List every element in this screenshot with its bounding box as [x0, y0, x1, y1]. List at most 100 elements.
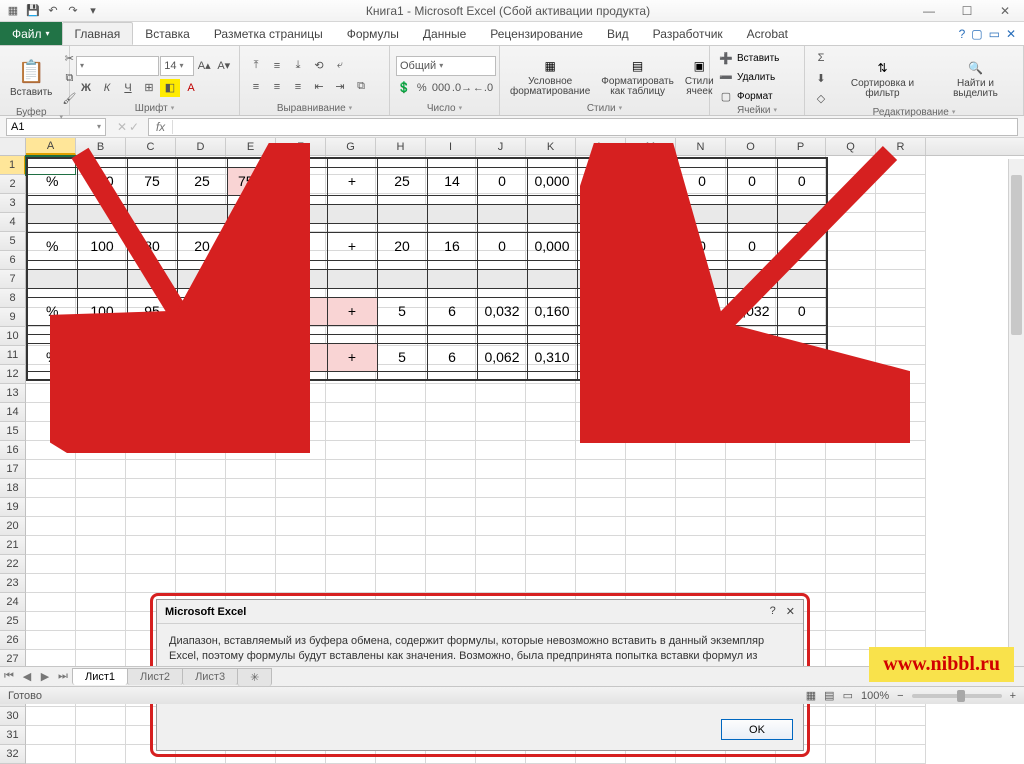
align-top-icon[interactable]: ⤒ [246, 57, 266, 75]
restore-icon[interactable]: ▭ [989, 27, 1000, 41]
sheet-tab-3[interactable]: Лист3 [182, 668, 238, 685]
help-icon[interactable]: ? [959, 27, 966, 41]
group-cells-label: Ячейки [716, 105, 798, 116]
tab-data[interactable]: Данные [411, 22, 478, 45]
status-bar: Готово ▦ ▤ ▭ 100% − + [0, 686, 1024, 704]
ribbon: 📋 Вставить ✂ ⧉ 🖌 Буфер обмена 14 A▴ A▾ Ж… [0, 46, 1024, 116]
fx-icon[interactable]: fx [149, 120, 173, 134]
vertical-scrollbar[interactable] [1008, 159, 1024, 666]
fill-icon[interactable]: ⬇ [811, 69, 831, 87]
zoom-in-icon[interactable]: + [1010, 690, 1016, 702]
merge-icon[interactable]: ⧉ [351, 78, 371, 96]
tab-formulas[interactable]: Формулы [335, 22, 411, 45]
indent-inc-icon[interactable]: ⇥ [330, 78, 350, 96]
min-ribbon-icon[interactable]: ▢ [971, 27, 982, 41]
border-icon[interactable]: ⊞ [139, 79, 159, 97]
ribbon-tabs: Файл Главная Вставка Разметка страницы Ф… [0, 22, 1024, 46]
cond-format-icon: ▦ [536, 55, 564, 77]
dialog-title: Microsoft Excel [165, 606, 246, 618]
window-title: Книга1 - Microsoft Excel (Сбой активации… [106, 4, 910, 18]
wrap-text-icon[interactable]: ⤶ [330, 57, 350, 75]
tab-insert[interactable]: Вставка [133, 22, 202, 45]
name-box[interactable]: A1 [6, 118, 106, 136]
shrink-font-icon[interactable]: A▾ [214, 57, 233, 75]
watermark: www.nibbl.ru [869, 647, 1014, 682]
view-layout-icon[interactable]: ▤ [824, 689, 834, 702]
currency-icon[interactable]: 💲 [396, 79, 413, 97]
dialog-close-icon[interactable]: ✕ [786, 605, 795, 618]
zoom-out-icon[interactable]: − [897, 690, 903, 702]
tab-page-layout[interactable]: Разметка страницы [202, 22, 335, 45]
view-break-icon[interactable]: ▭ [843, 689, 853, 702]
grow-font-icon[interactable]: A▴ [195, 57, 214, 75]
close-doc-icon[interactable]: ✕ [1006, 27, 1016, 41]
fill-color-icon[interactable]: ◧ [160, 79, 180, 97]
align-right-icon[interactable]: ≡ [288, 78, 308, 96]
maximize-button[interactable]: ☐ [948, 0, 986, 22]
formula-bar[interactable]: fx [148, 118, 1018, 136]
status-text: Готово [8, 690, 42, 702]
comma-icon[interactable]: 000 [431, 79, 451, 97]
column-headers[interactable]: ABCDEFGHIJKLMNOPQR [0, 138, 1024, 156]
font-color-icon[interactable]: A [181, 79, 201, 97]
align-center-icon[interactable]: ≡ [267, 78, 287, 96]
align-bottom-icon[interactable]: ⤓ [288, 57, 308, 75]
indent-dec-icon[interactable]: ⇤ [309, 78, 329, 96]
tab-nav-first[interactable]: ⏮ [0, 670, 18, 683]
minimize-button[interactable]: — [910, 0, 948, 22]
dialog-help-icon[interactable]: ? [770, 605, 776, 618]
find-select-button[interactable]: 🔍Найти и выделить [934, 55, 1017, 102]
inc-decimal-icon[interactable]: .0→ [452, 79, 472, 97]
save-icon[interactable]: 💾 [24, 2, 42, 20]
tab-developer[interactable]: Разработчик [641, 22, 735, 45]
tab-view[interactable]: Вид [595, 22, 641, 45]
sheet-tab-2[interactable]: Лист2 [127, 668, 183, 685]
insert-cells-icon[interactable]: ➕ [716, 49, 736, 67]
delete-cells-icon[interactable]: ➖ [716, 68, 736, 86]
view-normal-icon[interactable]: ▦ [806, 689, 816, 702]
quick-access: ▦ 💾 ↶ ↷ ▾ [0, 2, 106, 20]
tab-review[interactable]: Рецензирование [478, 22, 595, 45]
dec-decimal-icon[interactable]: ←.0 [473, 79, 493, 97]
sort-icon: ⇅ [869, 57, 897, 79]
group-styles-label: Стили [506, 103, 703, 114]
percent-icon[interactable]: % [414, 79, 431, 97]
redo-icon[interactable]: ↷ [64, 2, 82, 20]
tab-nav-next[interactable]: ▶ [36, 670, 54, 683]
find-icon: 🔍 [962, 57, 990, 79]
format-cells-icon[interactable]: ▢ [716, 87, 736, 105]
excel-icon: ▦ [4, 2, 22, 20]
clear-icon[interactable]: ◇ [811, 89, 831, 107]
number-format-combo[interactable]: Общий [396, 56, 496, 76]
close-button[interactable]: ✕ [986, 0, 1024, 22]
align-middle-icon[interactable]: ≡ [267, 57, 287, 75]
enter-formula-icon: ✓ [129, 120, 139, 134]
cancel-formula-icon: ✕ [117, 120, 127, 134]
tab-home[interactable]: Главная [62, 22, 134, 45]
format-table-button[interactable]: ▤Форматировать как таблицу [597, 53, 678, 100]
sort-filter-button[interactable]: ⇅Сортировка и фильтр [834, 55, 931, 102]
zoom-level[interactable]: 100% [861, 690, 889, 702]
new-sheet-icon[interactable]: ✳ [237, 668, 272, 686]
underline-icon[interactable]: Ч [118, 79, 138, 97]
font-size-combo[interactable]: 14 [160, 56, 194, 76]
align-left-icon[interactable]: ≡ [246, 78, 266, 96]
paste-button[interactable]: 📋 Вставить [6, 57, 56, 100]
ok-button[interactable]: OK [721, 719, 793, 740]
qa-more-icon[interactable]: ▾ [84, 2, 102, 20]
tab-acrobat[interactable]: Acrobat [735, 22, 800, 45]
undo-icon[interactable]: ↶ [44, 2, 62, 20]
table-icon: ▤ [624, 55, 652, 77]
font-family-combo[interactable] [76, 56, 159, 76]
tab-nav-last[interactable]: ⏭ [54, 670, 72, 683]
zoom-slider[interactable] [912, 694, 1002, 698]
orientation-icon[interactable]: ⟲ [309, 57, 329, 75]
tab-nav-prev[interactable]: ◀ [18, 670, 36, 683]
cond-format-button[interactable]: ▦Условное форматирование [506, 53, 594, 100]
sheet-tab-1[interactable]: Лист1 [72, 668, 128, 685]
italic-icon[interactable]: К [97, 79, 117, 97]
bold-icon[interactable]: Ж [76, 79, 96, 97]
tab-file[interactable]: Файл [0, 22, 62, 45]
data-table: %100752575%++251400,00021000,000000%1008… [26, 157, 828, 381]
autosum-icon[interactable]: Σ [811, 49, 831, 67]
